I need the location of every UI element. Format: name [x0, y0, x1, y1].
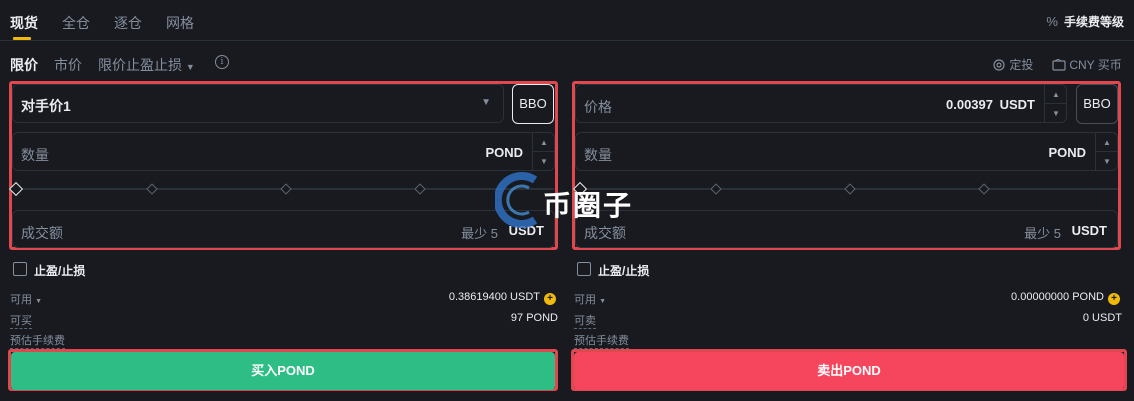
stepper-down-icon[interactable]: ▼ [1045, 104, 1067, 123]
buy-amount-label: 数量 [21, 147, 49, 163]
sell-total-unit: USDT [1071, 223, 1107, 238]
buy-available-dropdown[interactable]: 可用 ▼ [10, 291, 42, 307]
sell-amount-field[interactable]: 数量 POND ▲ ▼ [575, 132, 1118, 171]
sell-total-min: 最少 5 [1024, 226, 1061, 241]
watermark-logo: 币圈子 [495, 170, 645, 230]
fee-level-label: 手续费等级 [1063, 15, 1124, 29]
sell-available-value: 0.00000000 POND + [1011, 291, 1120, 305]
sell-price-label: 价格 [584, 99, 612, 115]
order-type-market[interactable]: 市价 [54, 55, 82, 75]
fee-level-link[interactable]: % 手续费等级 [1046, 13, 1124, 30]
sell-tpsl-label: 止盈/止损 [598, 264, 650, 278]
order-type-limit[interactable]: 限价 [10, 55, 38, 75]
sell-max-label: 可卖 [574, 312, 596, 329]
sell-price-stepper: ▲ ▼ [1044, 85, 1067, 123]
buy-cny-link[interactable]: CNY 买币 [1052, 56, 1122, 73]
sell-price-field[interactable]: 价格 0.00397 USDT ▲ ▼ [575, 84, 1067, 123]
tab-isolated-margin[interactable]: 逐仓 [114, 13, 142, 33]
buy-price-select[interactable]: 对手价1 ▼ [12, 84, 504, 123]
order-type-stop-limit[interactable]: 限价止盈止损 ▼ [98, 55, 195, 75]
trade-mode-tabs: 现货 全仓 逐仓 网格 % 手续费等级 [0, 0, 1134, 41]
stepper-down-icon[interactable]: ▼ [533, 152, 555, 171]
stepper-up-icon[interactable]: ▲ [533, 133, 555, 152]
caret-down-icon: ▼ [185, 62, 195, 72]
stepper-down-icon[interactable]: ▼ [1096, 152, 1118, 171]
active-tab-indicator [13, 37, 31, 40]
stepper-up-icon[interactable]: ▲ [1096, 133, 1118, 152]
dca-icon [993, 59, 1005, 71]
sell-max-value: 0 USDT [1082, 312, 1122, 324]
sell-tpsl-checkbox[interactable] [577, 262, 591, 276]
buy-max-label: 可买 [10, 312, 32, 329]
chevron-down-icon: ▼ [481, 97, 491, 108]
watermark-c-icon [495, 172, 538, 228]
buy-available-amount: 0.38619400 USDT [448, 291, 540, 303]
caret-down-icon: ▼ [35, 298, 42, 305]
sell-price-unit: USDT [999, 97, 1035, 112]
buy-amount-field[interactable]: 数量 POND ▲ ▼ [12, 132, 555, 171]
buy-cny-label: CNY 买币 [1069, 58, 1122, 72]
info-icon[interactable]: i [215, 55, 229, 69]
sell-available-amount: 0.00000000 POND [1011, 291, 1104, 303]
sell-bbo-button[interactable]: BBO [1076, 84, 1118, 124]
buy-max-value: 97 POND [510, 312, 558, 324]
sell-amount-label: 数量 [584, 147, 612, 163]
sell-fee-label[interactable]: 预估手续费 [574, 332, 629, 349]
buy-tpsl-label: 止盈/止损 [34, 264, 86, 278]
buy-bbo-button[interactable]: BBO [512, 84, 554, 124]
buy-amount-unit: POND [485, 145, 523, 160]
deposit-plus-icon[interactable]: + [544, 293, 556, 305]
tab-spot[interactable]: 现货 [10, 13, 38, 33]
deposit-plus-icon[interactable]: + [1108, 293, 1120, 305]
sell-available-dropdown[interactable]: 可用 ▼ [574, 291, 606, 307]
buy-amount-stepper: ▲ ▼ [532, 133, 555, 171]
dca-link[interactable]: 定投 [992, 56, 1033, 73]
stop-limit-label: 限价止盈止损 [98, 57, 182, 73]
tab-cross-margin[interactable]: 全仓 [62, 13, 90, 33]
percent-icon: % [1046, 14, 1058, 29]
buy-button[interactable]: 买入POND [11, 352, 555, 390]
dca-label: 定投 [1009, 58, 1034, 72]
wallet-icon [1052, 58, 1066, 71]
sell-total-field[interactable]: 成交额 最少 5 USDT [575, 210, 1118, 248]
buy-total-field[interactable]: 成交额 最少 5 USDT [12, 210, 555, 248]
buy-total-label: 成交额 [21, 225, 63, 241]
caret-down-icon: ▼ [599, 298, 606, 305]
stepper-up-icon[interactable]: ▲ [1045, 85, 1067, 104]
sell-amount-unit: POND [1048, 145, 1086, 160]
sell-button[interactable]: 卖出POND [574, 352, 1124, 390]
buy-total-min: 最少 5 [461, 226, 498, 241]
tab-grid[interactable]: 网格 [166, 13, 194, 33]
buy-tpsl-checkbox[interactable] [13, 262, 27, 276]
buy-price-select-value: 对手价1 [21, 98, 71, 114]
watermark-text: 币圈子 [543, 190, 634, 221]
sell-available-label: 可用 [574, 294, 596, 306]
sell-price-value: 0.00397 [946, 97, 993, 112]
buy-available-value: 0.38619400 USDT + [449, 291, 556, 305]
buy-fee-label[interactable]: 预估手续费 [10, 332, 65, 349]
sell-amount-stepper: ▲ ▼ [1095, 133, 1118, 171]
buy-available-label: 可用 [10, 294, 32, 306]
